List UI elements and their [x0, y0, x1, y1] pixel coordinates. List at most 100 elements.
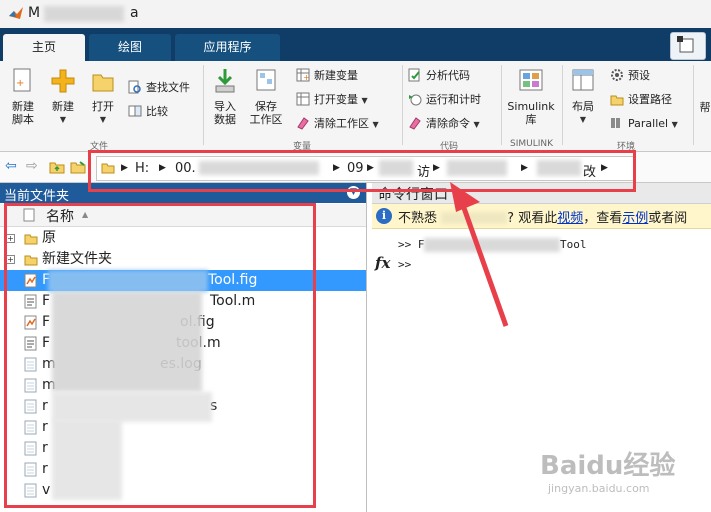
- layout-button[interactable]: 布局 ▼: [566, 67, 600, 126]
- save-workspace-label-2: 工作区: [249, 113, 283, 126]
- info-tail: 或者阅: [648, 211, 688, 226]
- tab-plots[interactable]: 绘图: [89, 34, 171, 61]
- watermark-url: jingyan.baidu.com: [548, 482, 650, 495]
- up-folder-icon[interactable]: [49, 159, 65, 174]
- watermark: Baidu经验 jingyan.baidu.com: [540, 445, 675, 495]
- current-folder-header: 当前文件夹 ▼: [0, 183, 366, 204]
- run-and-time-icon: [409, 94, 422, 106]
- browse-folder-icon[interactable]: [70, 159, 86, 174]
- quick-access-icon: [677, 36, 694, 53]
- preferences-button[interactable]: 预设: [610, 67, 650, 85]
- folder-icon: [101, 163, 115, 174]
- path-crumb-2[interactable]: 09: [347, 161, 364, 176]
- new-button[interactable]: 新建 ▼: [46, 67, 80, 126]
- clear-workspace-caret: ▼: [372, 120, 379, 129]
- window-title-prefix: M: [28, 5, 41, 21]
- item-name-prefix: v: [42, 482, 51, 498]
- matlab-logo-icon: [9, 7, 23, 19]
- redacted-path: [537, 160, 581, 176]
- save-workspace-button[interactable]: 保存 工作区: [246, 67, 286, 126]
- open-label: 打开: [92, 100, 114, 113]
- video-link[interactable]: 视频: [557, 211, 583, 226]
- tab-apps[interactable]: 应用程序: [175, 34, 280, 61]
- file-icon: [23, 208, 35, 222]
- item-name-prefix: F: [42, 314, 51, 330]
- compare-label: 比较: [146, 105, 168, 118]
- ribbon-separator: [501, 65, 502, 145]
- variable-group-label: 变量: [293, 142, 312, 152]
- redacted-title: [44, 6, 124, 22]
- new-script-label-2: 脚本: [12, 113, 34, 126]
- fig-file-icon: [24, 315, 37, 330]
- tab-home[interactable]: 主页: [3, 34, 85, 61]
- save-workspace-label-1: 保存: [255, 100, 277, 113]
- code-group-label: 代码: [440, 142, 459, 152]
- expand-icon[interactable]: +: [6, 234, 15, 243]
- path-separator-arrow: ▶: [433, 163, 440, 173]
- file-icon: [24, 483, 37, 498]
- path-crumb-1[interactable]: 00.: [175, 161, 196, 176]
- parallel-label: Parallel: [628, 117, 669, 130]
- redacted-path: [199, 161, 319, 175]
- open-folder-icon: [92, 74, 114, 92]
- open-button[interactable]: 打开 ▼: [86, 67, 120, 126]
- open-variable-caret: ▼: [361, 96, 368, 105]
- folder-icon: [24, 255, 38, 266]
- current-folder-title: 当前文件夹: [4, 189, 70, 204]
- panel-actions-icon[interactable]: ▼: [347, 186, 360, 199]
- item-name-prefix: F: [42, 335, 51, 351]
- command-prompt[interactable]: >>: [398, 258, 411, 271]
- new-variable-button[interactable]: + 新建变量: [296, 67, 358, 85]
- examples-link[interactable]: 示例: [622, 211, 648, 226]
- new-script-button[interactable]: + 新建 脚本: [6, 67, 40, 126]
- compare-button[interactable]: 比较: [128, 103, 168, 121]
- path-crumb-5[interactable]: 改: [583, 161, 596, 180]
- open-variable-button[interactable]: 打开变量 ▼: [296, 91, 368, 109]
- parallel-caret: ▼: [671, 120, 678, 129]
- save-workspace-icon: [256, 69, 276, 91]
- analyze-code-button[interactable]: 分析代码: [408, 67, 470, 85]
- preferences-label: 预设: [628, 69, 650, 82]
- fx-function-icon[interactable]: fx: [375, 254, 390, 272]
- quick-access-button[interactable]: [670, 32, 706, 60]
- info-prefix: 不熟悉: [398, 211, 438, 226]
- layout-icon: [572, 69, 594, 91]
- folder-path-field[interactable]: ▶ H: ▶ 00. ▶ 09 ▶ 访 ▶ ▶ 改 ▶: [96, 156, 634, 181]
- parallel-button[interactable]: Parallel ▼: [610, 115, 678, 133]
- svg-text:+: +: [16, 78, 24, 89]
- svg-text:+: +: [303, 73, 310, 82]
- back-arrow-icon[interactable]: ⇦: [5, 158, 17, 174]
- path-crumb-3[interactable]: 访: [417, 161, 430, 180]
- folder-row[interactable]: + 原: [0, 228, 366, 249]
- import-data-label-2: 数据: [214, 113, 236, 126]
- new-script-icon: +: [13, 68, 31, 92]
- name-column-header[interactable]: 名称 ▲: [0, 204, 366, 227]
- clear-workspace-icon: [297, 117, 309, 130]
- plus-icon: [51, 69, 75, 93]
- run-and-time-button[interactable]: 运行和计时: [408, 91, 481, 109]
- ribbon-separator: [693, 65, 694, 145]
- simulink-library-button[interactable]: Simulink 库: [506, 67, 556, 126]
- forward-arrow-icon[interactable]: ⇨: [26, 158, 38, 174]
- path-separator-arrow: ▶: [333, 163, 340, 173]
- new-variable-icon: +: [296, 68, 310, 82]
- clear-commands-button[interactable]: 清除命令 ▼: [408, 115, 480, 133]
- compare-icon: [128, 105, 142, 117]
- path-crumb-drive[interactable]: H:: [135, 161, 149, 176]
- command-window-header: 命令行窗口: [372, 183, 711, 204]
- item-name-prefix: r: [42, 461, 48, 477]
- expand-icon[interactable]: +: [6, 255, 15, 264]
- folder-row[interactable]: + 新建文件夹: [0, 249, 366, 270]
- help-button[interactable]: 帮: [698, 101, 711, 114]
- clear-workspace-button[interactable]: 清除工作区 ▼: [296, 115, 379, 133]
- path-separator-arrow: ▶: [601, 163, 608, 173]
- item-name-suffix: 原: [42, 230, 56, 246]
- simulink-library-icon: [519, 69, 543, 91]
- import-data-button[interactable]: 导入 数据: [208, 67, 242, 126]
- find-files-button[interactable]: 查找文件: [128, 79, 190, 97]
- folder-icon: [24, 234, 38, 245]
- new-script-label-1: 新建: [12, 100, 34, 113]
- file-icon: [24, 420, 37, 435]
- redacted-path: [379, 160, 413, 176]
- set-path-button[interactable]: 设置路径: [610, 91, 672, 109]
